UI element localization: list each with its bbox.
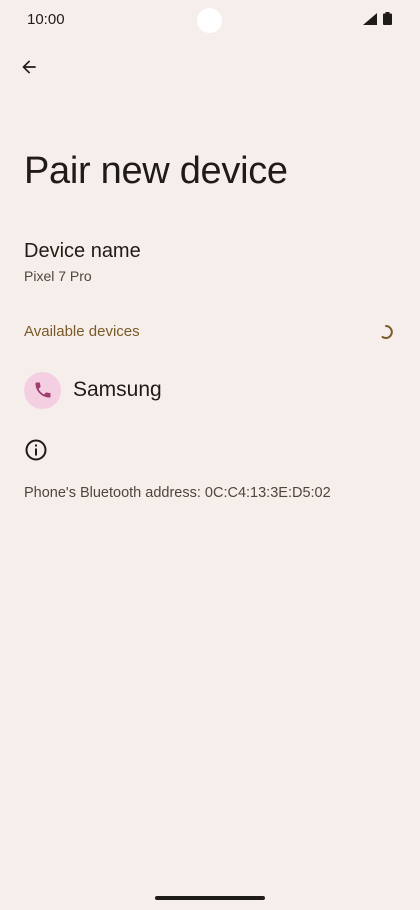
camera-cutout <box>197 8 222 33</box>
back-button[interactable] <box>14 52 44 82</box>
page-title: Pair new device <box>24 150 288 192</box>
status-bar: 10:00 <box>0 0 420 38</box>
phone-icon <box>35 382 50 398</box>
device-avatar <box>24 371 61 409</box>
device-name-setting[interactable]: Device name Pixel 7 Pro <box>24 238 396 294</box>
battery-icon <box>383 12 392 25</box>
arrow-back-icon <box>22 60 36 74</box>
bluetooth-address: Phone's Bluetooth address: 0C:C4:13:3E:D… <box>24 485 331 501</box>
device-name-value: Pixel 7 Pro <box>24 268 92 284</box>
device-name-title: Device name <box>24 240 141 262</box>
signal-icon <box>363 13 377 25</box>
home-indicator[interactable] <box>155 896 265 900</box>
status-time: 10:00 <box>27 11 65 28</box>
info-icon <box>25 439 47 461</box>
available-devices-label: Available devices <box>24 323 140 340</box>
device-item-samsung[interactable]: Samsung <box>24 370 396 410</box>
loading-spinner-icon <box>381 325 393 339</box>
available-devices-header: Available devices <box>24 322 396 344</box>
device-item-label: Samsung <box>73 378 162 401</box>
